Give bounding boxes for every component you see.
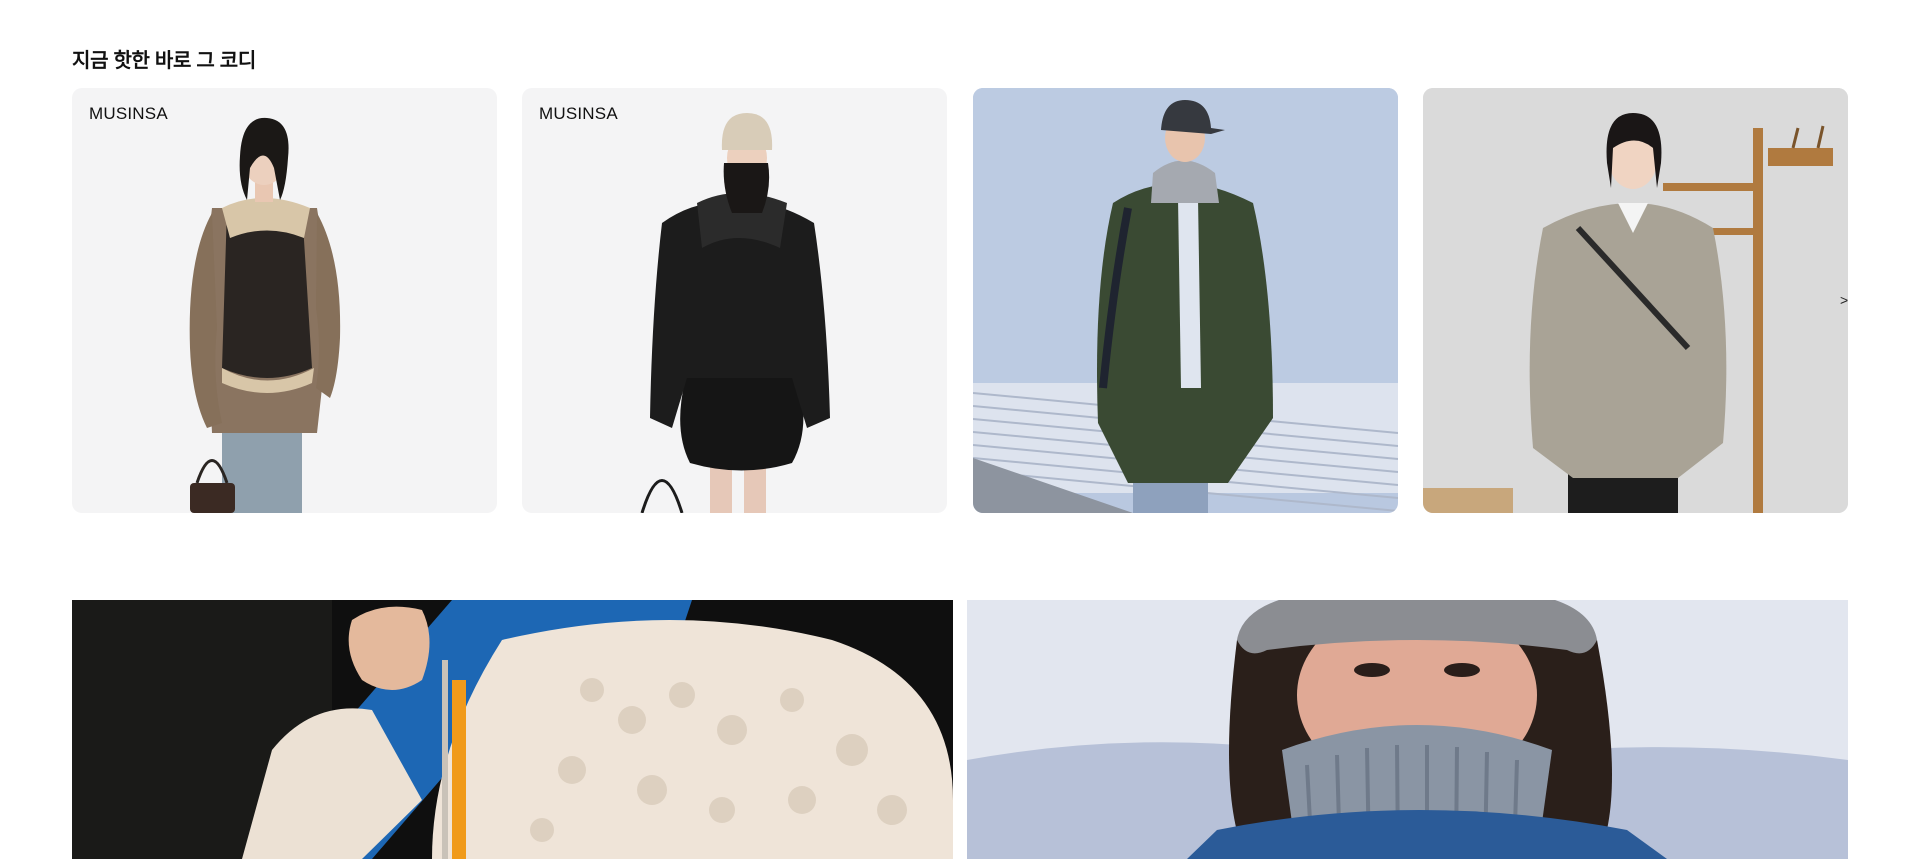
card-image bbox=[640, 113, 830, 513]
card-brand-label: MUSINSA bbox=[89, 104, 168, 123]
coordi-card-3[interactable] bbox=[973, 88, 1398, 513]
page: 지금 핫한 바로 그 코디 MUSINSA MUSINSA > bbox=[0, 0, 1920, 859]
coordi-card-1[interactable]: MUSINSA bbox=[72, 88, 497, 513]
coordi-card-2[interactable]: MUSINSA bbox=[522, 88, 947, 513]
carousel-next-button[interactable]: > bbox=[1840, 290, 1854, 310]
card-brand-label: MUSINSA bbox=[539, 104, 618, 123]
coordi-carousel: MUSINSA MUSINSA bbox=[72, 88, 1848, 513]
card-image bbox=[189, 117, 341, 513]
promo-banner-2[interactable] bbox=[967, 600, 1848, 859]
card-image bbox=[1423, 88, 1848, 513]
banner-image bbox=[967, 600, 1848, 859]
coordi-card-4[interactable] bbox=[1423, 88, 1848, 513]
banner-image bbox=[72, 600, 953, 859]
card-image bbox=[973, 88, 1398, 513]
promo-banner-1[interactable] bbox=[72, 600, 953, 859]
section-title: 지금 핫한 바로 그 코디 bbox=[72, 50, 256, 72]
